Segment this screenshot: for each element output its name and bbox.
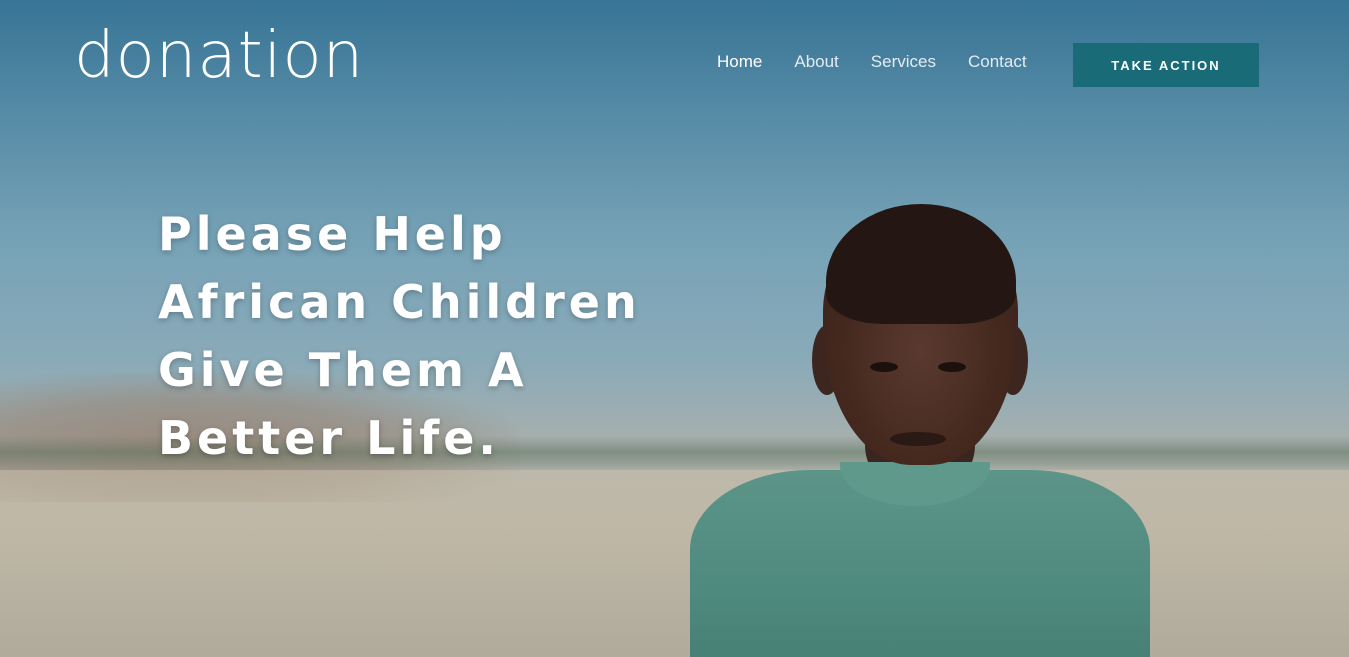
headline-line: Please Help [158,207,507,261]
main-nav: Home About Services Contact [717,52,1027,72]
child-hair [826,204,1016,324]
hero-section: donation Home About Services Contact TAK… [0,0,1349,657]
hero-headline: Please Help African Children Give Them A… [158,200,678,472]
nav-item-home[interactable]: Home [717,52,762,72]
hero-child-image [690,200,1150,657]
headline-line: African Children [158,275,641,329]
headline-line: Better Life. [158,411,500,465]
nav-item-contact[interactable]: Contact [968,52,1027,72]
headline-line: Give Them A [158,343,528,397]
take-action-button[interactable]: TAKE ACTION [1073,43,1259,87]
nav-item-about[interactable]: About [794,52,838,72]
nav-item-services[interactable]: Services [871,52,936,72]
site-logo[interactable]: donation [74,24,364,88]
child-right-eye [938,362,966,372]
child-left-eye [870,362,898,372]
child-mouth [890,432,946,446]
